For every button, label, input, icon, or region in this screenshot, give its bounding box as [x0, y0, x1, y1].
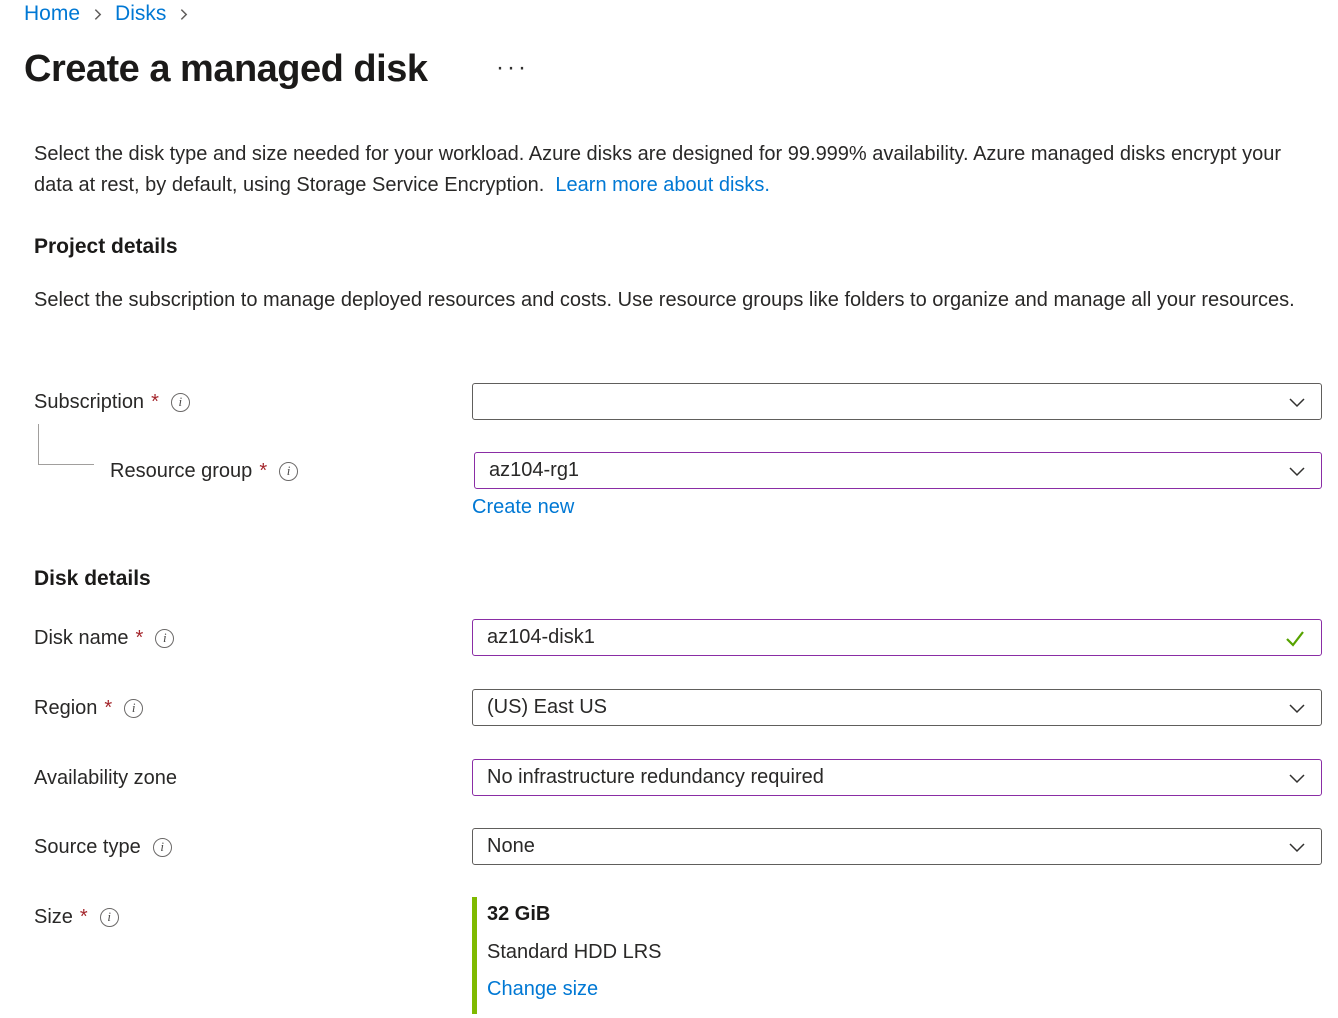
info-icon[interactable]: i [171, 393, 190, 412]
info-icon[interactable]: i [100, 908, 119, 927]
source-type-value: None [487, 835, 1277, 858]
change-size-link[interactable]: Change size [487, 978, 598, 1000]
disk-name-field-wrapper [472, 619, 1322, 656]
learn-more-link[interactable]: Learn more about disks. [555, 174, 770, 196]
info-icon[interactable]: i [124, 699, 143, 718]
size-sku: Standard HDD LRS [487, 941, 872, 964]
parent-child-connector-line [38, 424, 94, 465]
disk-name-label: Disk name * i [34, 626, 174, 650]
chevron-down-icon [1287, 461, 1307, 481]
breadcrumb: Home Disks [24, 2, 190, 26]
required-asterisk: * [104, 697, 112, 720]
subscription-label: Subscription * i [34, 390, 190, 414]
info-icon[interactable]: i [279, 462, 298, 481]
chevron-down-icon [1287, 698, 1307, 718]
subscription-dropdown[interactable] [472, 383, 1322, 420]
source-type-label: Source type i [34, 835, 172, 859]
availability-zone-value: No infrastructure redundancy required [487, 766, 1277, 789]
required-asterisk: * [151, 391, 159, 414]
valid-checkmark-icon [1283, 626, 1307, 650]
chevron-down-icon [1287, 837, 1307, 857]
required-asterisk: * [135, 627, 143, 650]
required-asterisk: * [259, 460, 267, 483]
more-menu-button[interactable]: ··· [496, 56, 529, 80]
create-managed-disk-page: Home Disks Create a managed disk ··· Sel… [0, 0, 1338, 1018]
required-asterisk: * [80, 906, 88, 929]
source-type-dropdown[interactable]: None [472, 828, 1322, 865]
chevron-down-icon [1287, 392, 1307, 412]
region-label: Region * i [34, 696, 143, 720]
page-title: Create a managed disk [24, 48, 427, 91]
project-details-description: Select the subscription to manage deploy… [34, 285, 1300, 316]
size-value: 32 GiB [487, 903, 872, 926]
create-new-link[interactable]: Create new [472, 496, 574, 519]
info-icon[interactable]: i [155, 629, 174, 648]
size-summary-block: 32 GiB Standard HDD LRS Change size [472, 897, 872, 1014]
resource-group-label: Resource group * i [110, 459, 298, 483]
availability-zone-dropdown[interactable]: No infrastructure redundancy required [472, 759, 1322, 796]
breadcrumb-disks-link[interactable]: Disks [115, 2, 166, 26]
chevron-down-icon [1287, 768, 1307, 788]
project-details-heading: Project details [34, 235, 178, 259]
availability-zone-label: Availability zone [34, 766, 177, 790]
chevron-right-icon [177, 8, 190, 21]
disk-name-input[interactable] [487, 626, 1283, 649]
region-dropdown[interactable]: (US) East US [472, 689, 1322, 726]
intro-text: Select the disk type and size needed for… [34, 139, 1316, 201]
region-value: (US) East US [487, 696, 1277, 719]
breadcrumb-home-link[interactable]: Home [24, 2, 80, 26]
resource-group-value: az104-rg1 [489, 459, 1277, 482]
chevron-right-icon [91, 8, 104, 21]
disk-details-heading: Disk details [34, 567, 151, 591]
info-icon[interactable]: i [153, 838, 172, 857]
size-label: Size * i [34, 905, 119, 929]
resource-group-dropdown[interactable]: az104-rg1 [474, 452, 1322, 489]
